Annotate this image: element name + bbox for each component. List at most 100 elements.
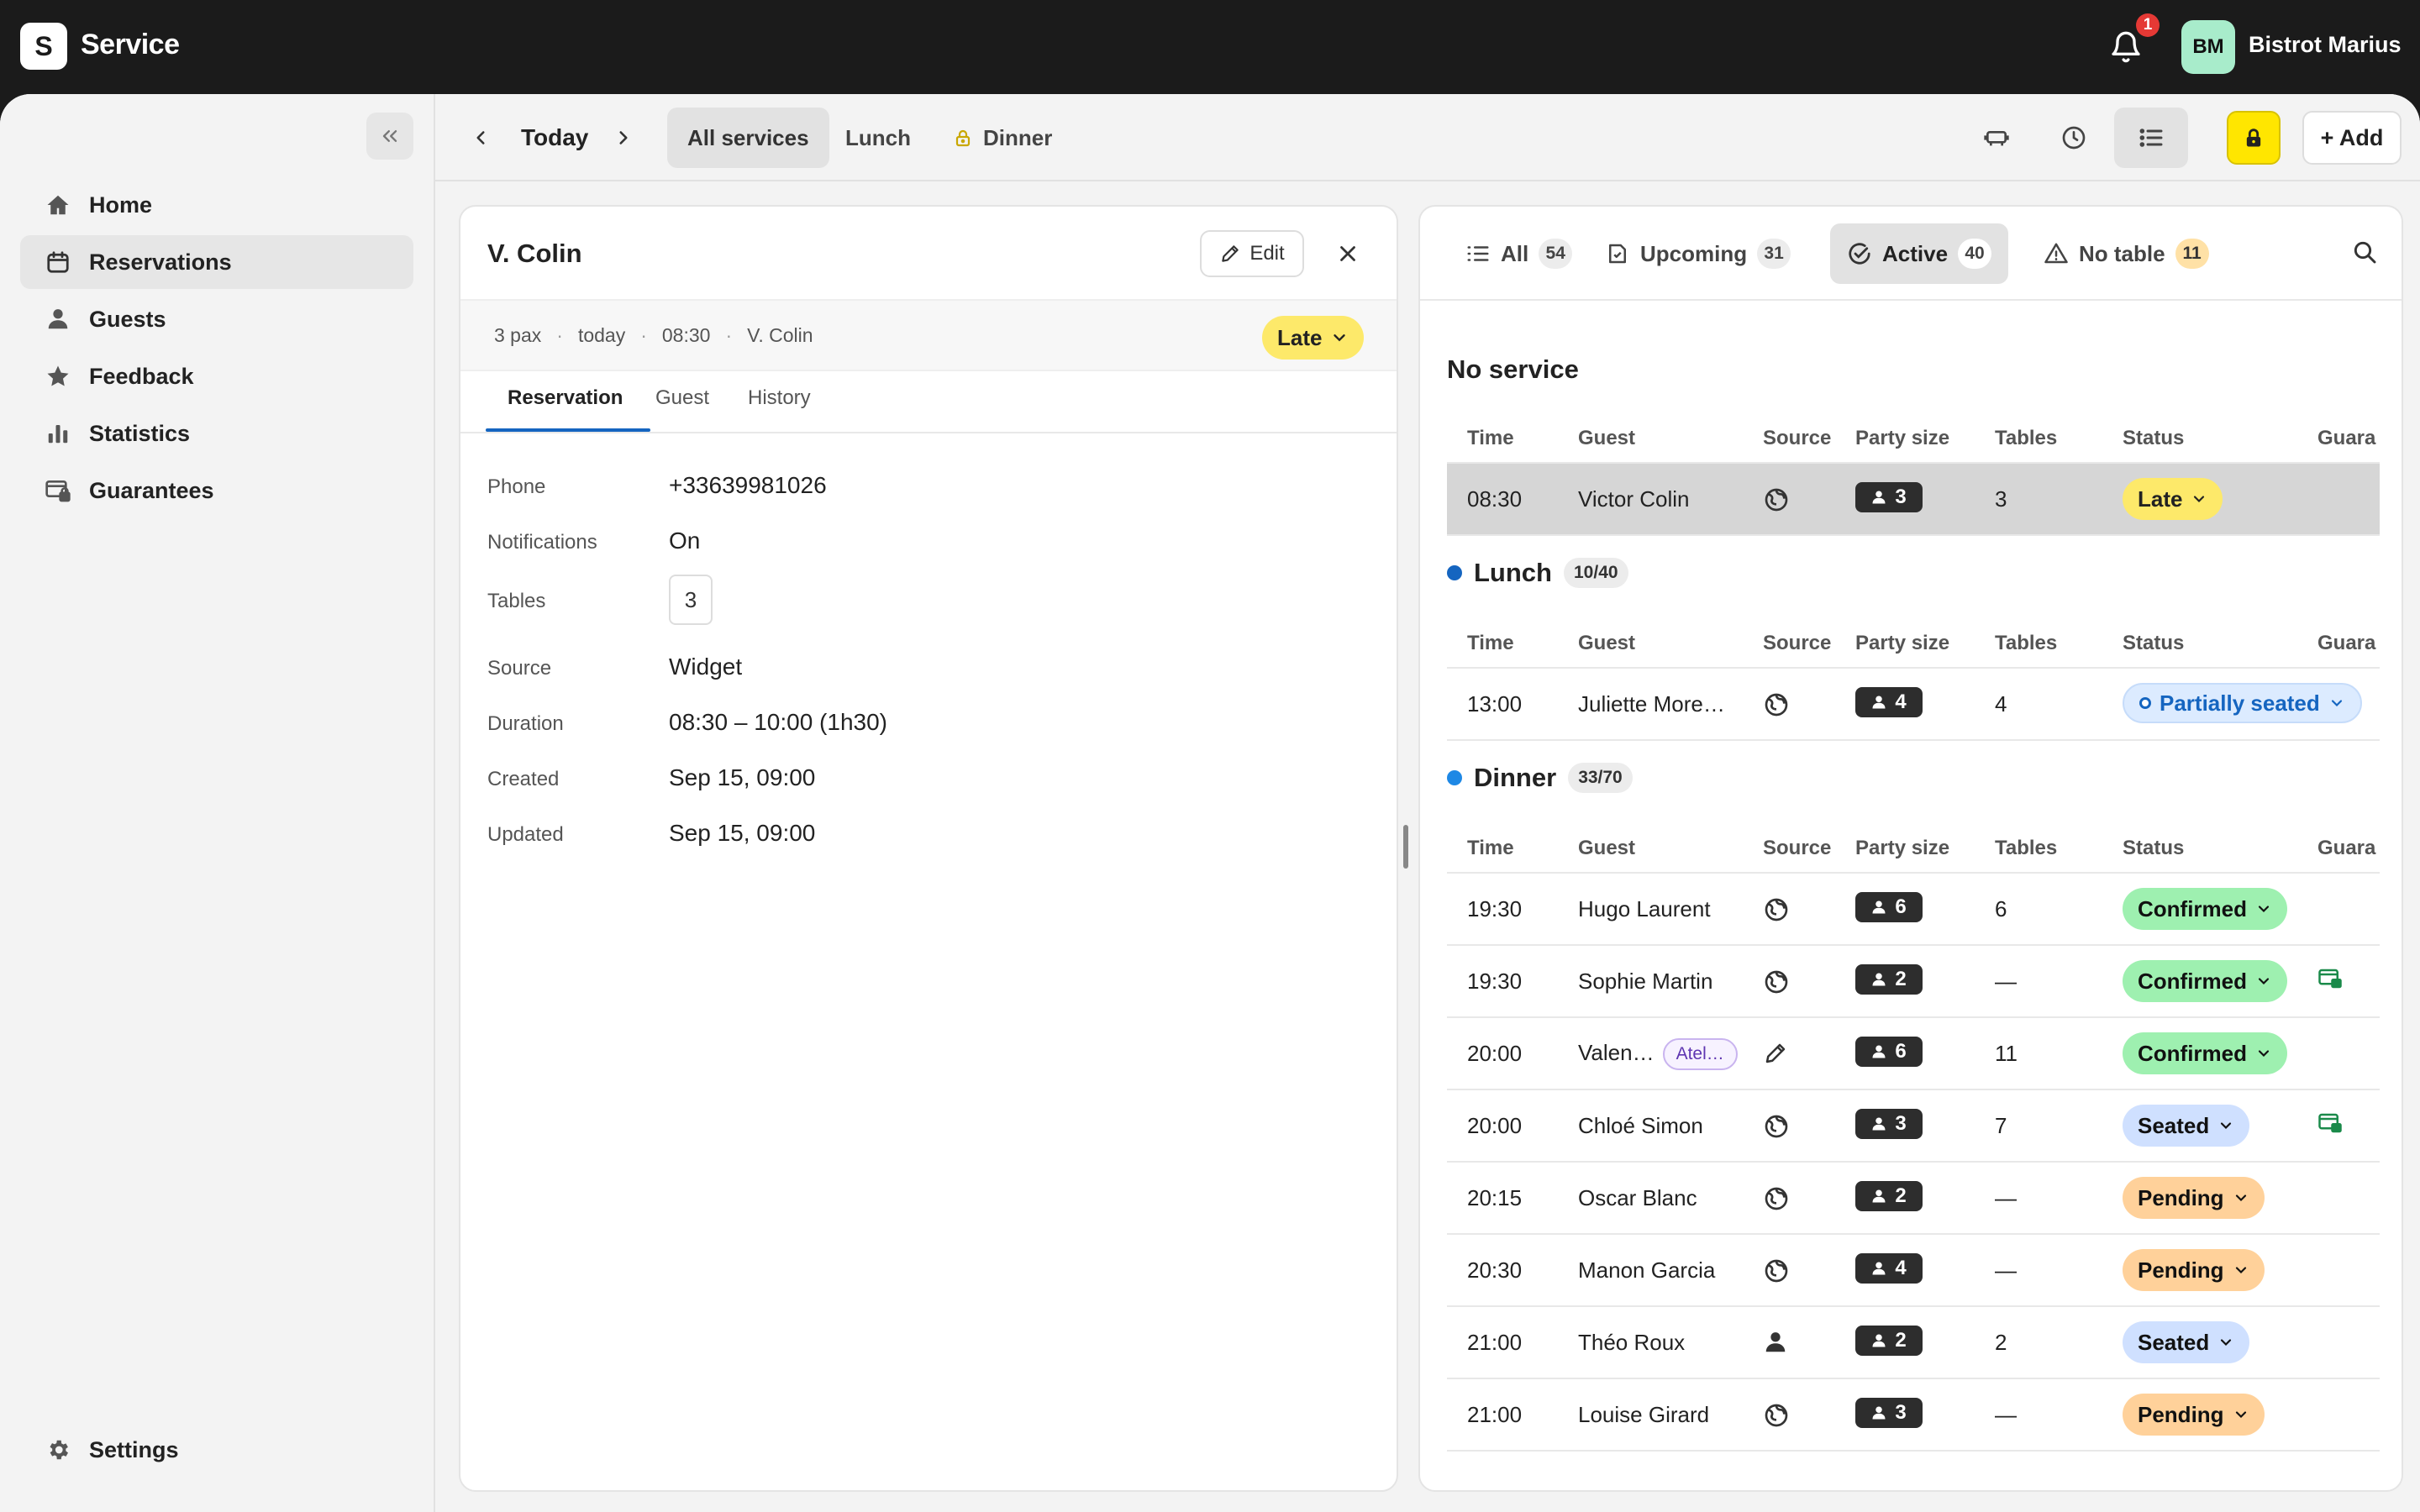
search-icon[interactable]: [2351, 239, 2378, 265]
service-tab-all[interactable]: All services: [667, 108, 829, 168]
status-dropdown[interactable]: Pending: [2123, 1249, 2265, 1291]
edit-button[interactable]: Edit: [1200, 230, 1304, 277]
sidebar: Home Reservations Guests Feedback Statis…: [0, 94, 435, 1512]
status-dropdown[interactable]: Seated: [2123, 1105, 2250, 1147]
summary-text: 3 pax · today · 08:30 · V. Colin: [494, 324, 813, 346]
tab-count: 54: [1539, 239, 1573, 269]
status-dropdown[interactable]: Pending: [2123, 1177, 2265, 1219]
sidebar-item-guests[interactable]: Guests: [20, 292, 413, 346]
field-label: Phone: [487, 475, 546, 498]
row-time: 19:30: [1467, 969, 1523, 994]
status-dropdown[interactable]: Confirmed: [2123, 960, 2287, 1002]
col-party-size: Party size: [1855, 427, 1950, 449]
table-row[interactable]: 08:30 Victor Colin 3 3 Late: [1447, 464, 2380, 536]
tab-reservation[interactable]: Reservation: [508, 386, 623, 410]
close-button[interactable]: [1331, 237, 1365, 270]
col-tables: Tables: [1995, 837, 2058, 859]
date-label[interactable]: Today: [521, 124, 588, 151]
avatar[interactable]: BM: [2181, 20, 2235, 74]
table-row[interactable]: 20:00 Valen… Atel… 6 11 Confirmed: [1447, 1018, 2380, 1090]
service-tab-dinner[interactable]: Dinner: [933, 108, 1072, 168]
bell-icon[interactable]: [2109, 30, 2143, 64]
service-tab-lunch[interactable]: Lunch: [825, 108, 931, 168]
table-row[interactable]: 20:00 Chloé Simon 3 7 Seated: [1447, 1090, 2380, 1163]
field-label: Tables: [487, 590, 546, 612]
sidebar-item-guarantees[interactable]: Guarantees: [20, 464, 413, 517]
party-size-badge: 2: [1855, 1181, 1923, 1211]
status-label: Late: [1277, 324, 1323, 350]
sidebar-item-statistics[interactable]: Statistics: [20, 407, 413, 460]
previous-day-button[interactable]: [464, 121, 497, 155]
chevrons-left-icon: [382, 130, 397, 142]
col-guest: Guest: [1578, 427, 1636, 449]
person-icon: [1872, 900, 1886, 914]
tab-all[interactable]: All 54: [1449, 223, 1589, 284]
col-guarantee: Guara: [2317, 632, 2376, 654]
tab-upcoming[interactable]: Upcoming 31: [1588, 223, 1807, 284]
row-guest: Manon Garcia: [1578, 1257, 1716, 1283]
chevron-down-icon: [2235, 1267, 2246, 1274]
table-chip[interactable]: 3: [669, 575, 713, 625]
guarantee-card-icon: [2317, 966, 2343, 991]
guest-tag: Atel…: [1662, 1038, 1738, 1070]
table-row[interactable]: 21:00 Louise Girard 3 — Pending: [1447, 1379, 2380, 1452]
tab-active[interactable]: Active 40: [1830, 223, 2009, 284]
col-source: Source: [1763, 427, 1832, 449]
status-dropdown[interactable]: Confirmed: [2123, 1032, 2287, 1074]
timeline-view-button[interactable]: [2037, 108, 2111, 168]
table-row[interactable]: 20:15 Oscar Blanc 2 — Pending: [1447, 1163, 2380, 1235]
list-view-button[interactable]: [2114, 108, 2188, 168]
tab-history[interactable]: History: [748, 386, 811, 410]
table-row[interactable]: 19:30 Sophie Martin 2 — Confirmed: [1447, 946, 2380, 1018]
field-updated: Updated Sep 15, 09:00: [487, 808, 1378, 858]
person-icon: [1872, 973, 1886, 986]
tab-label: Upcoming: [1640, 240, 1748, 266]
panel-resize-handle[interactable]: [1403, 825, 1408, 869]
phone-value[interactable]: +33639981026: [669, 472, 827, 499]
app-shell: Home Reservations Guests Feedback Statis…: [0, 94, 2420, 1512]
col-status: Status: [2123, 427, 2185, 449]
next-day-button[interactable]: [607, 121, 640, 155]
section-title: Lunch 10/40: [1447, 558, 1628, 588]
table-row[interactable]: 20:30 Manon Garcia 4 — Pending: [1447, 1235, 2380, 1307]
col-party-size: Party size: [1855, 632, 1950, 654]
tab-guest[interactable]: Guest: [655, 386, 709, 410]
collapse-sidebar-button[interactable]: [366, 113, 413, 160]
status-dropdown[interactable]: Seated: [2123, 1321, 2250, 1363]
table-row[interactable]: 21:00 Théo Roux 2 2 Seated: [1447, 1307, 2380, 1379]
add-reservation-button[interactable]: + Add: [2302, 111, 2402, 165]
lock-service-button[interactable]: [2227, 111, 2281, 165]
party-size-badge: 2: [1855, 964, 1923, 995]
col-tables: Tables: [1995, 427, 2058, 449]
status-dropdown[interactable]: Partially seated: [2123, 683, 2362, 723]
sidebar-item-label: Guarantees: [89, 477, 214, 503]
sidebar-item-home[interactable]: Home: [20, 178, 413, 232]
row-tables: 11: [1995, 1041, 2018, 1066]
notifications-value: On: [669, 528, 701, 554]
summary-pax: 3 pax: [494, 324, 542, 346]
row-time: 20:00: [1467, 1041, 1523, 1066]
sidebar-item-reservations[interactable]: Reservations: [20, 235, 413, 289]
tab-no-table[interactable]: No table 11: [2027, 223, 2226, 284]
table-row[interactable]: 19:30 Hugo Laurent 6 6 Confirmed: [1447, 874, 2380, 946]
party-size-badge: 6: [1855, 1037, 1923, 1067]
summary-time: 08:30: [661, 324, 711, 346]
sidebar-item-label: Reservations: [89, 249, 232, 275]
sidebar-item-feedback[interactable]: Feedback: [20, 349, 413, 403]
restaurant-name[interactable]: Bistrot Marius: [2249, 32, 2402, 58]
app-logo[interactable]: S: [20, 23, 67, 70]
floorplan-view-button[interactable]: [1960, 108, 2033, 168]
field-created: Created Sep 15, 09:00: [487, 753, 1378, 803]
status-dropdown[interactable]: Late: [2123, 478, 2223, 520]
status-dropdown[interactable]: Confirmed: [2123, 888, 2287, 930]
field-tables: Tables 3: [487, 575, 1378, 625]
sidebar-item-settings[interactable]: Settings: [20, 1423, 413, 1477]
status-dropdown[interactable]: Late: [1262, 316, 1365, 360]
status-dropdown[interactable]: Pending: [2123, 1394, 2265, 1436]
row-guest: Sophie Martin: [1578, 969, 1713, 994]
list-icon: [1467, 246, 1489, 261]
table-row[interactable]: 13:00 Juliette More… 4 4 Partially seate…: [1447, 669, 2380, 741]
globe-icon: [1763, 896, 1790, 923]
tab-count: 11: [2175, 239, 2209, 269]
row-time: 20:00: [1467, 1113, 1523, 1138]
